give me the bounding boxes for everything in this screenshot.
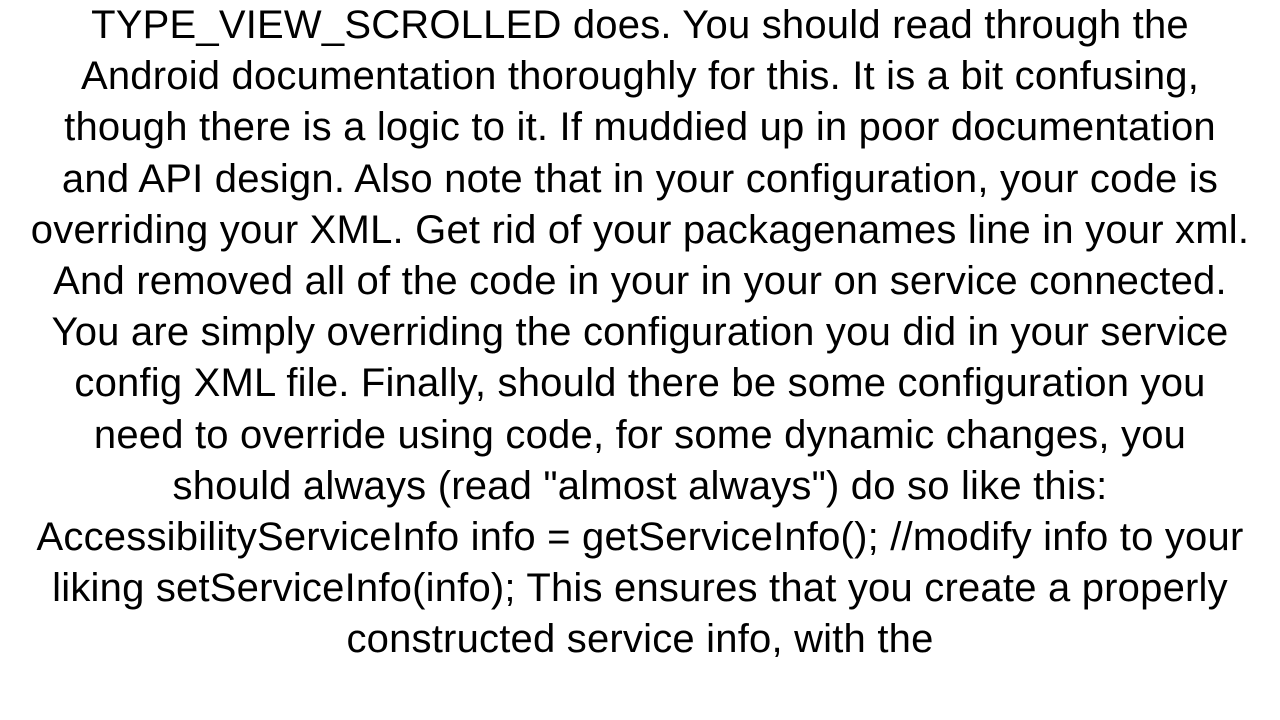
document-body: TYPE_VIEW_SCROLLED does. You should read… <box>0 0 1280 720</box>
